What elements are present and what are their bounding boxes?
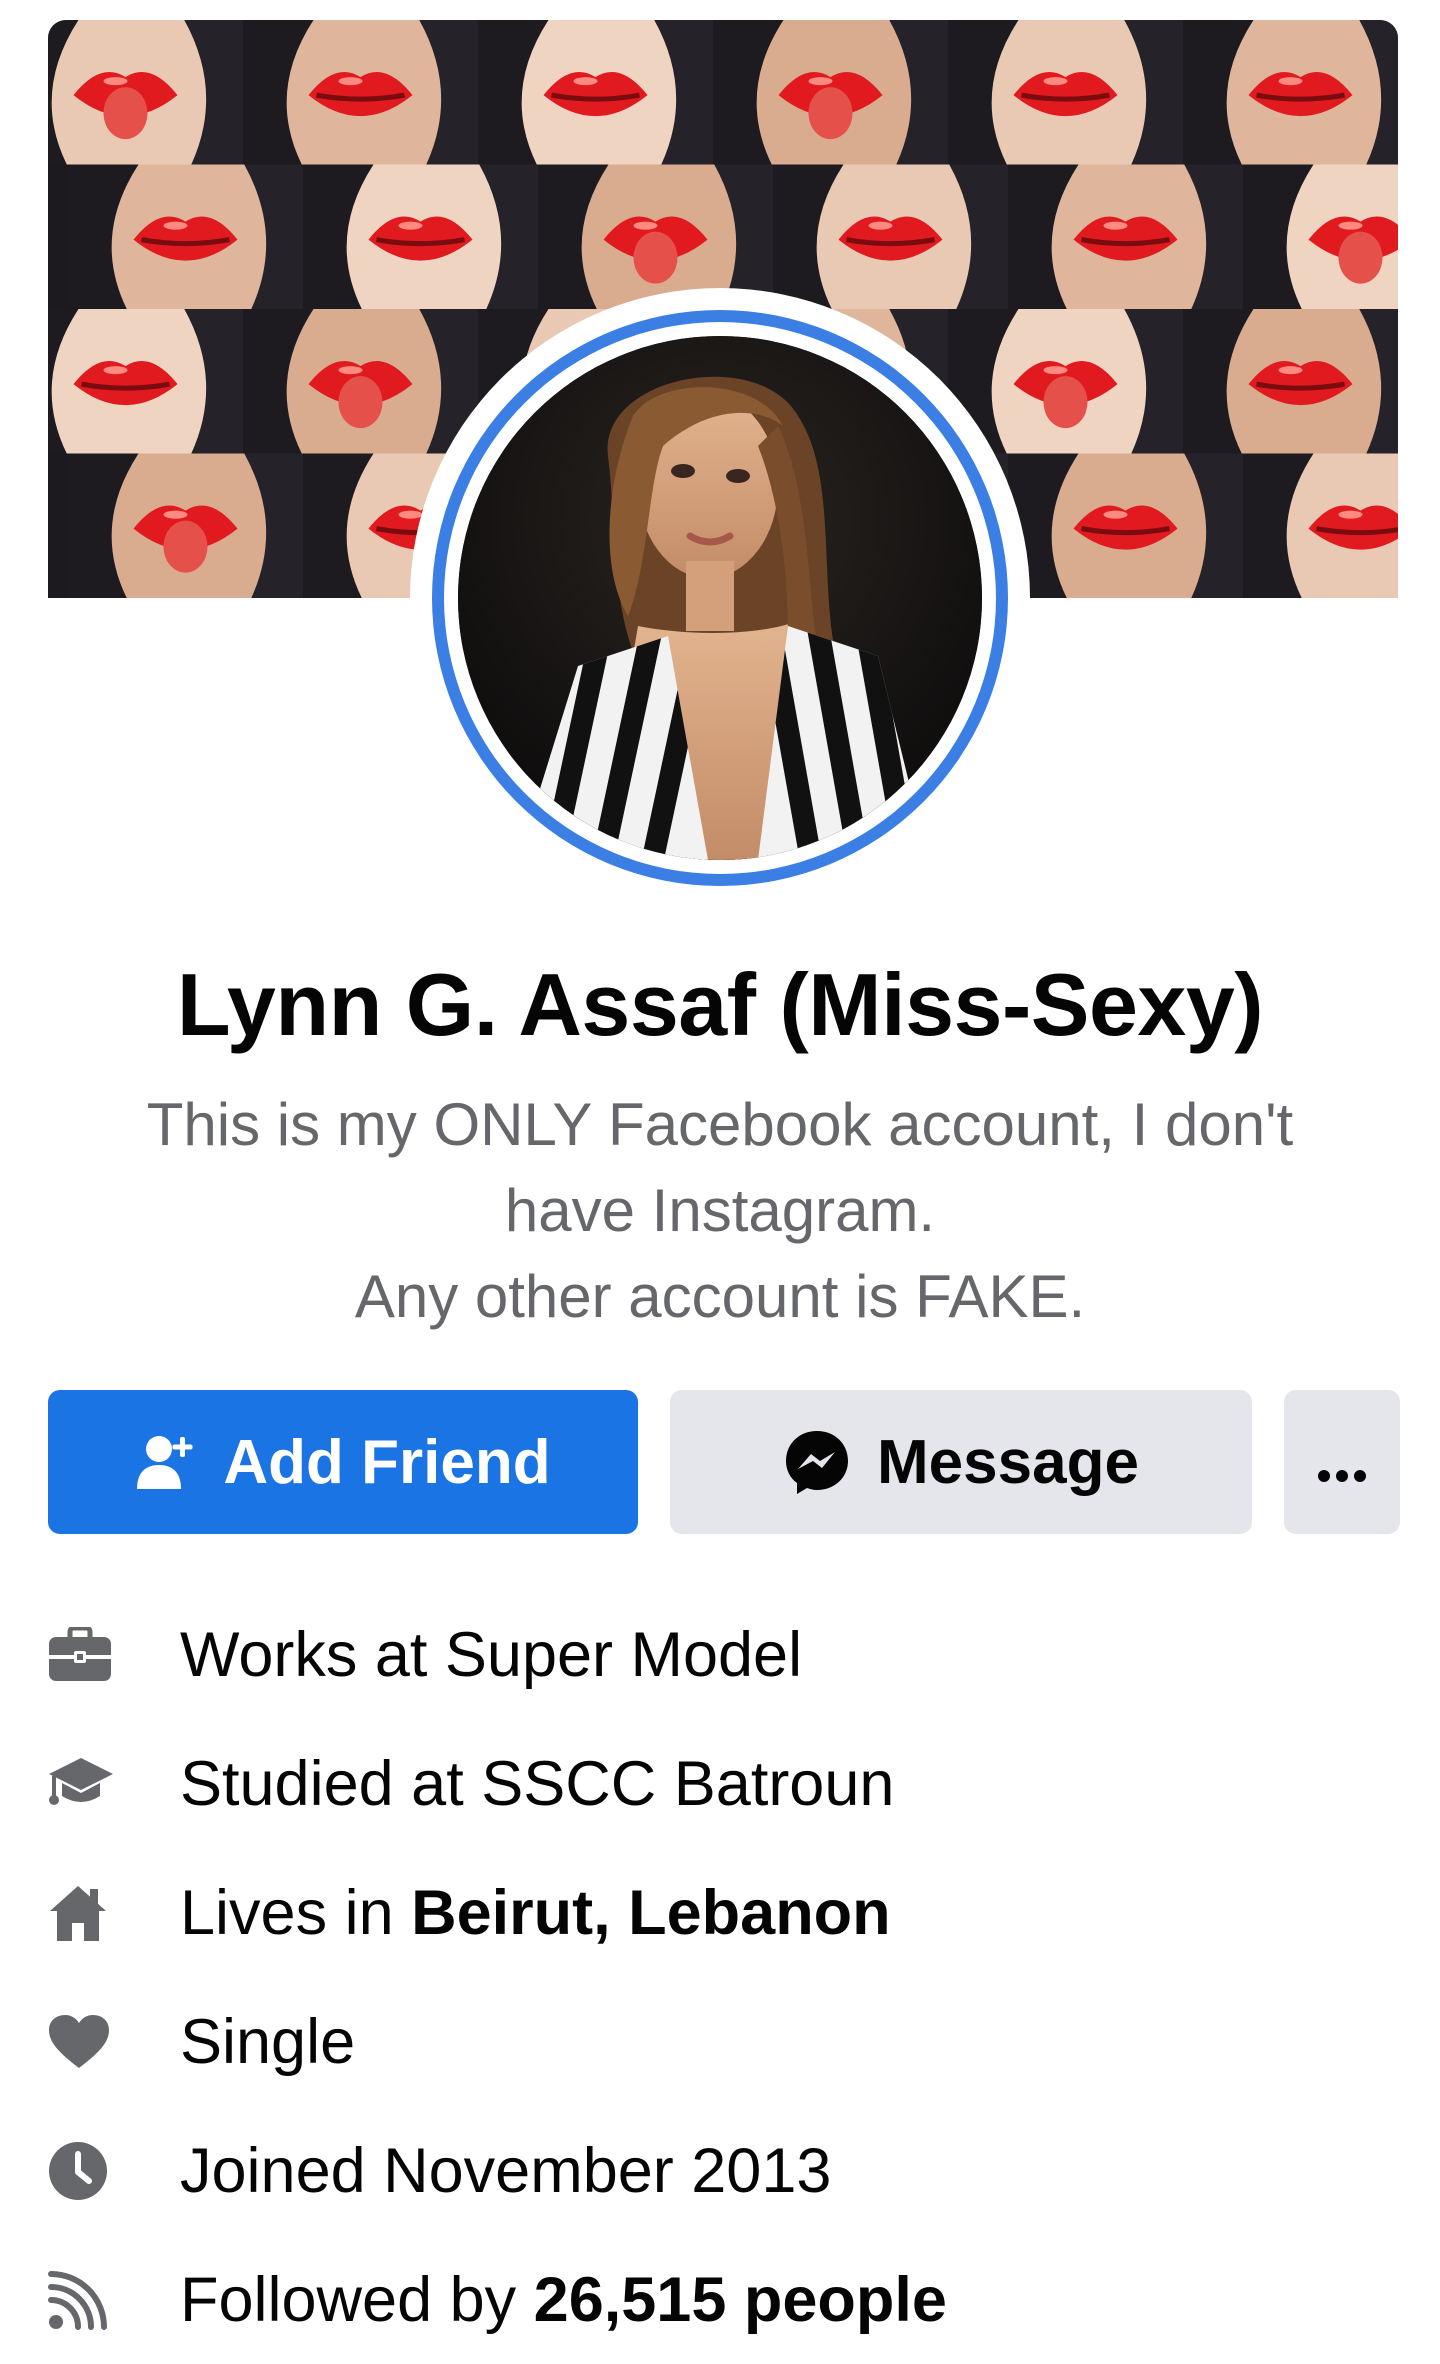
add-friend-label: Add Friend [223,1427,551,1497]
home-icon [48,1871,132,1955]
bio-line: Any other account is FAKE. [354,1263,1086,1330]
detail-education-text: Studied at SSCC Batroun [180,1748,895,1819]
detail-relationship-text: Single [180,2006,356,2077]
more-options-button[interactable] [1284,1390,1400,1534]
add-friend-icon [135,1431,197,1493]
detail-followers-prefix: Followed by [180,2264,534,2335]
profile-photo-image [458,336,982,860]
detail-location-value[interactable]: Beirut, Lebanon [411,1878,891,1948]
profile-name: Lynn G. Assaf (Miss-Sexy) [176,955,1264,1054]
detail-joined: Joined November 2013 [48,2106,1398,2235]
more-dots-icon [1317,1427,1367,1498]
message-label: Message [877,1427,1139,1497]
profile-bio: This is my ONLY Facebook account, I don'… [90,1082,1350,1340]
messenger-icon [783,1428,851,1496]
rss-icon [48,2258,132,2342]
briefcase-icon [48,1613,132,1697]
detail-location-prefix: Lives in [180,1877,412,1948]
story-ring [432,310,1008,886]
graduation-cap-icon [48,1742,132,1826]
intro-details: Works at Super Model Studied at SSCC Bat… [48,1590,1398,2364]
detail-relationship[interactable]: Single [48,1977,1398,2106]
bio-line: have Instagram. [504,1177,936,1244]
profile-picture[interactable] [410,288,1030,908]
detail-location[interactable]: Lives in Beirut, Lebanon [48,1848,1398,1977]
detail-work-text: Works at Super Model [180,1619,803,1690]
detail-followers[interactable]: Followed by 26,515 people [48,2235,1398,2364]
detail-joined-text: Joined November 2013 [180,2135,832,2206]
message-button[interactable]: Message [670,1390,1252,1534]
detail-work[interactable]: Works at Super Model [48,1590,1398,1719]
profile-photo [458,336,982,860]
add-friend-button[interactable]: Add Friend [48,1390,638,1534]
detail-education[interactable]: Studied at SSCC Batroun [48,1719,1398,1848]
heart-icon [48,2000,132,2084]
clock-icon [48,2129,132,2213]
bio-line: This is my ONLY Facebook account, I don'… [146,1091,1294,1158]
detail-followers-count[interactable]: 26,515 people [534,2265,947,2335]
